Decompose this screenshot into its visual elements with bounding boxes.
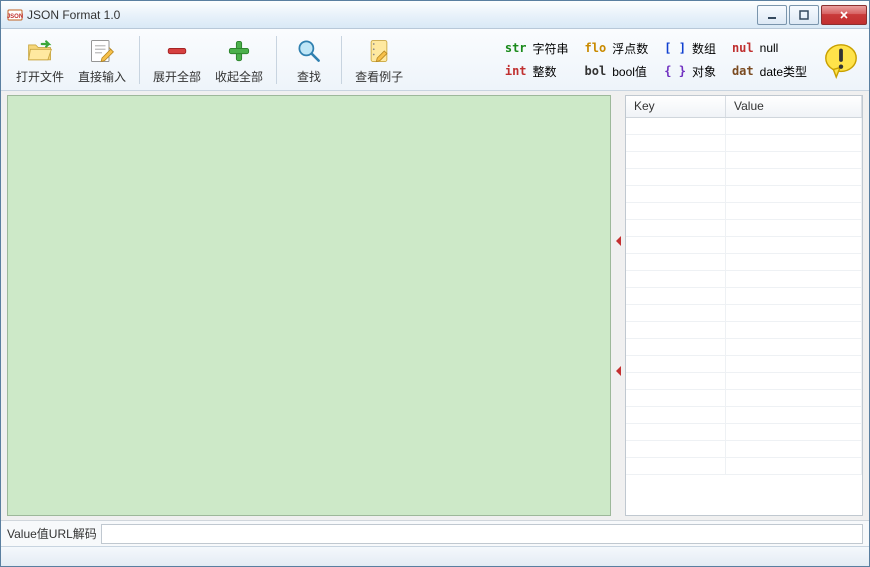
table-row[interactable]	[626, 169, 862, 186]
legend-str: str字符串	[505, 40, 569, 57]
find-label: 查找	[297, 68, 321, 85]
notebook-icon	[364, 36, 394, 66]
table-row[interactable]	[626, 305, 862, 322]
warning-icon[interactable]	[821, 40, 861, 80]
direct-input-button[interactable]: 直接输入	[71, 31, 133, 88]
legend-flo: flo浮点数	[585, 40, 649, 57]
legend-arr: [ ]数组	[664, 40, 716, 57]
col-value[interactable]: Value	[726, 96, 862, 117]
table-row[interactable]	[626, 339, 862, 356]
toolbar-separator	[276, 36, 277, 84]
expand-all-label: 展开全部	[153, 68, 201, 85]
collapse-all-label: 收起全部	[215, 68, 263, 85]
col-key[interactable]: Key	[626, 96, 726, 117]
open-file-label: 打开文件	[16, 68, 64, 85]
table-row[interactable]	[626, 288, 862, 305]
table-row[interactable]	[626, 407, 862, 424]
type-legend: str字符串 flo浮点数 [ ]数组 nulnull int整数 bolboo…	[505, 40, 815, 80]
status-bar	[1, 546, 869, 566]
search-icon	[294, 36, 324, 66]
toolbar-separator	[341, 36, 342, 84]
table-row[interactable]	[626, 271, 862, 288]
url-decode-input[interactable]	[101, 524, 863, 544]
find-button[interactable]: 查找	[283, 31, 335, 88]
bottom-bar: Value值URL解码	[1, 520, 869, 546]
url-decode-label: Value值URL解码	[7, 525, 97, 542]
table-row[interactable]	[626, 254, 862, 271]
table-row[interactable]	[626, 373, 862, 390]
table-row[interactable]	[626, 237, 862, 254]
minus-icon	[162, 36, 192, 66]
legend-obj: { }对象	[664, 63, 716, 80]
splitter-arrow-icon	[616, 236, 621, 246]
table-row[interactable]	[626, 152, 862, 169]
folder-open-icon	[25, 36, 55, 66]
direct-input-label: 直接输入	[78, 68, 126, 85]
app-window: JSON JSON Format 1.0 打开文件	[0, 0, 870, 567]
table-row[interactable]	[626, 424, 862, 441]
window-title: JSON Format 1.0	[27, 8, 755, 22]
open-file-button[interactable]: 打开文件	[9, 31, 71, 88]
table-row[interactable]	[626, 322, 862, 339]
table-row[interactable]	[626, 390, 862, 407]
table-row[interactable]	[626, 220, 862, 237]
edit-icon	[87, 36, 117, 66]
expand-all-button[interactable]: 展开全部	[146, 31, 208, 88]
table-body[interactable]	[626, 118, 862, 515]
table-row[interactable]	[626, 203, 862, 220]
splitter-arrow-icon	[616, 366, 621, 376]
plus-icon	[224, 36, 254, 66]
titlebar[interactable]: JSON JSON Format 1.0	[1, 1, 869, 29]
legend-nul: nulnull	[732, 41, 807, 55]
splitter-handle[interactable]	[615, 95, 621, 516]
collapse-all-button[interactable]: 收起全部	[208, 31, 270, 88]
legend-dat: datdate类型	[732, 63, 807, 80]
table-row[interactable]	[626, 441, 862, 458]
toolbar-separator	[139, 36, 140, 84]
table-header: Key Value	[626, 96, 862, 118]
minimize-button[interactable]	[757, 5, 787, 25]
view-example-button[interactable]: 查看例子	[348, 31, 410, 88]
table-row[interactable]	[626, 186, 862, 203]
kv-table: Key Value	[625, 95, 863, 516]
table-row[interactable]	[626, 135, 862, 152]
maximize-button[interactable]	[789, 5, 819, 25]
json-editor[interactable]	[7, 95, 611, 516]
content-area: Key Value	[1, 91, 869, 520]
svg-text:JSON: JSON	[7, 14, 23, 20]
app-icon: JSON	[7, 7, 23, 23]
close-button[interactable]	[821, 5, 867, 25]
table-row[interactable]	[626, 356, 862, 373]
legend-bol: bolbool值	[585, 63, 649, 80]
table-row[interactable]	[626, 118, 862, 135]
table-row[interactable]	[626, 458, 862, 475]
window-controls	[755, 5, 867, 25]
legend-int: int整数	[505, 63, 569, 80]
view-example-label: 查看例子	[355, 68, 403, 85]
toolbar: 打开文件 直接输入 展开全部 收起全部	[1, 29, 869, 91]
